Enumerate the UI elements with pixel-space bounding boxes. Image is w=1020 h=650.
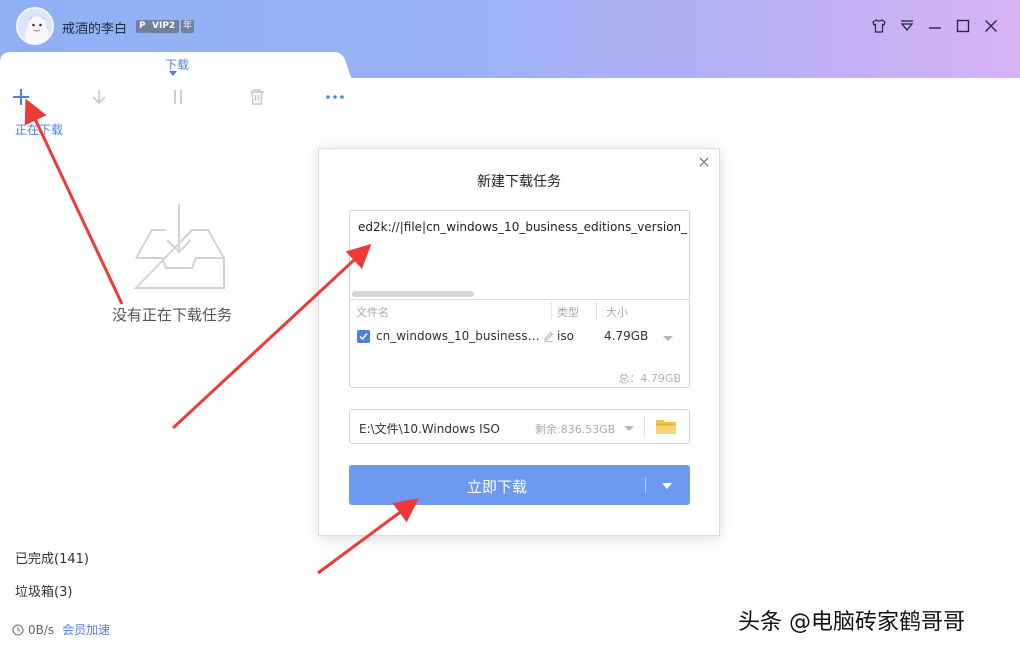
save-path[interactable]: E:\文件\10.Windows ISO <box>359 420 500 437</box>
filter-downloading[interactable]: 正在下载 <box>15 121 63 138</box>
rename-icon[interactable] <box>543 331 554 342</box>
file-name: cn_windows_10_business_e... <box>376 329 541 343</box>
menu-icon[interactable] <box>897 16 917 36</box>
completed-link[interactable]: 已完成(141) <box>15 548 89 567</box>
minimize-icon[interactable] <box>925 16 945 36</box>
speed-indicator: 0B/s 会员加速 <box>12 621 110 638</box>
badge-p: P <box>136 20 149 33</box>
close-icon[interactable] <box>981 16 1001 36</box>
download-options-caret-icon[interactable] <box>662 483 672 489</box>
path-dropdown-caret-icon[interactable] <box>624 426 634 431</box>
pause-icon[interactable] <box>167 86 189 108</box>
tab-download-label[interactable]: 下载 <box>158 56 196 73</box>
free-space: 剩余:836.53GB <box>535 423 616 436</box>
total-size: 总：4.79GB <box>618 372 681 385</box>
url-textarea[interactable]: ed2k://|file|cn_windows_10_business_edit… <box>349 210 690 388</box>
dialog-close-icon[interactable] <box>697 155 711 169</box>
new-download-dialog: 新建下载任务 ed2k://|file|cn_windows_10_busine… <box>318 148 720 536</box>
avatar[interactable] <box>16 7 54 45</box>
url-text[interactable]: ed2k://|file|cn_windows_10_business_edit… <box>358 220 688 234</box>
watermark: 头条 @电脑砖家鹤哥哥 <box>738 610 965 635</box>
file-row[interactable]: cn_windows_10_business_e... iso 4.79GB <box>350 322 689 350</box>
column-size: 大小 <box>606 306 628 319</box>
year-badge: 年 <box>181 20 195 33</box>
file-checkbox[interactable] <box>357 330 370 343</box>
file-size: 4.79GB <box>604 329 649 343</box>
trash-link[interactable]: 垃圾箱(3) <box>15 581 72 600</box>
column-type: 类型 <box>557 306 579 319</box>
more-icon[interactable] <box>324 86 346 108</box>
download-icon[interactable] <box>88 86 110 108</box>
skin-icon[interactable] <box>869 16 889 36</box>
file-list-header: 文件名 类型 大小 <box>350 300 689 322</box>
file-list: 文件名 类型 大小 cn_windows_10_business_e... is… <box>350 299 689 385</box>
column-name: 文件名 <box>356 306 389 319</box>
file-type: iso <box>557 329 574 343</box>
vip-accelerate-link[interactable]: 会员加速 <box>62 621 110 638</box>
folder-icon[interactable] <box>655 418 677 436</box>
maximize-icon[interactable] <box>953 16 973 36</box>
trash-icon[interactable] <box>246 86 268 108</box>
dialog-title: 新建下载任务 <box>477 174 561 190</box>
url-scrollbar[interactable] <box>352 291 474 297</box>
vip-badge[interactable]: VIP2 <box>148 20 180 33</box>
save-path-field[interactable]: E:\文件\10.Windows ISO 剩余:836.53GB <box>349 409 690 444</box>
speed-value: 0B/s <box>28 622 55 637</box>
empty-state-text: 没有正在下载任务 <box>112 306 233 324</box>
tab-caret-icon <box>169 71 177 76</box>
avatar-image <box>18 9 52 43</box>
download-now-label: 立即下载 <box>466 478 527 496</box>
download-now-button[interactable]: 立即下载 <box>349 465 690 505</box>
clock-icon <box>12 623 24 636</box>
username[interactable]: 戒酒的李白 <box>62 18 127 37</box>
plus-icon[interactable] <box>10 86 32 108</box>
empty-inbox-icon <box>133 204 225 289</box>
file-expand-caret-icon[interactable] <box>663 336 673 341</box>
